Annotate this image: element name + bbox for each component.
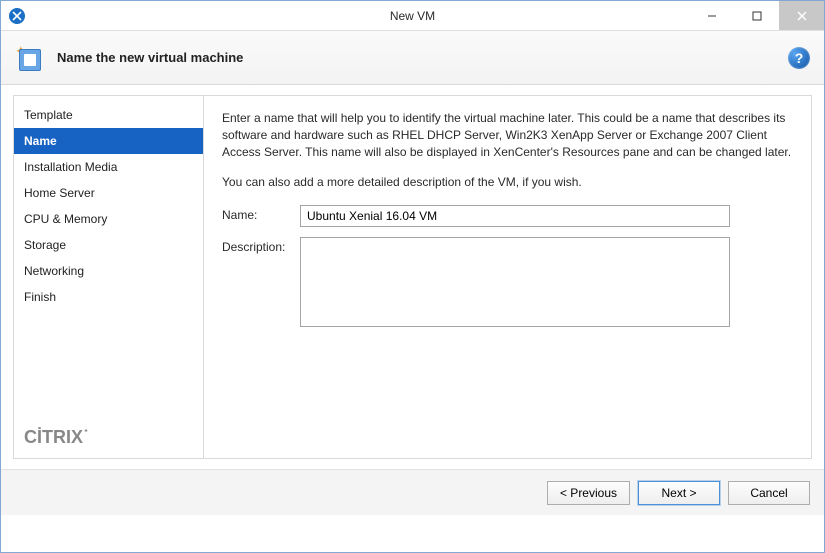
wizard-footer: < Previous Next > Cancel	[1, 469, 824, 515]
cancel-button[interactable]: Cancel	[728, 481, 810, 505]
name-input[interactable]	[300, 205, 730, 227]
window-controls	[689, 1, 824, 30]
sidebar-step-cpu-memory[interactable]: CPU & Memory	[14, 206, 203, 232]
wizard-main: Enter a name that will help you to ident…	[203, 95, 812, 459]
minimize-button[interactable]	[689, 1, 734, 30]
sidebar-step-finish[interactable]: Finish	[14, 284, 203, 310]
sidebar-step-storage[interactable]: Storage	[14, 232, 203, 258]
previous-button[interactable]: < Previous	[547, 481, 630, 505]
sidebar-step-name[interactable]: Name	[14, 128, 203, 154]
wizard-header: ✦ Name the new virtual machine ?	[1, 31, 824, 85]
wizard-body: TemplateNameInstallation MediaHome Serve…	[1, 85, 824, 469]
sidebar-step-installation-media[interactable]: Installation Media	[14, 154, 203, 180]
help-button[interactable]: ?	[788, 47, 810, 69]
name-label: Name:	[222, 205, 300, 227]
app-icon	[9, 8, 25, 24]
maximize-button[interactable]	[734, 1, 779, 30]
sidebar-step-template[interactable]: Template	[14, 102, 203, 128]
titlebar: New VM	[1, 1, 824, 31]
description-input[interactable]	[300, 237, 730, 327]
wizard-subtitle: Name the new virtual machine	[57, 50, 243, 65]
citrix-logo: CİTRIX˙	[24, 427, 89, 448]
intro-paragraph-2: You can also add a more detailed descrip…	[222, 174, 793, 191]
sidebar-step-networking[interactable]: Networking	[14, 258, 203, 284]
intro-paragraph-1: Enter a name that will help you to ident…	[222, 110, 793, 160]
wizard-icon: ✦	[15, 43, 45, 73]
description-label: Description:	[222, 237, 300, 327]
wizard-sidebar: TemplateNameInstallation MediaHome Serve…	[13, 95, 203, 459]
sidebar-step-home-server[interactable]: Home Server	[14, 180, 203, 206]
next-button[interactable]: Next >	[638, 481, 720, 505]
close-button[interactable]	[779, 1, 824, 30]
